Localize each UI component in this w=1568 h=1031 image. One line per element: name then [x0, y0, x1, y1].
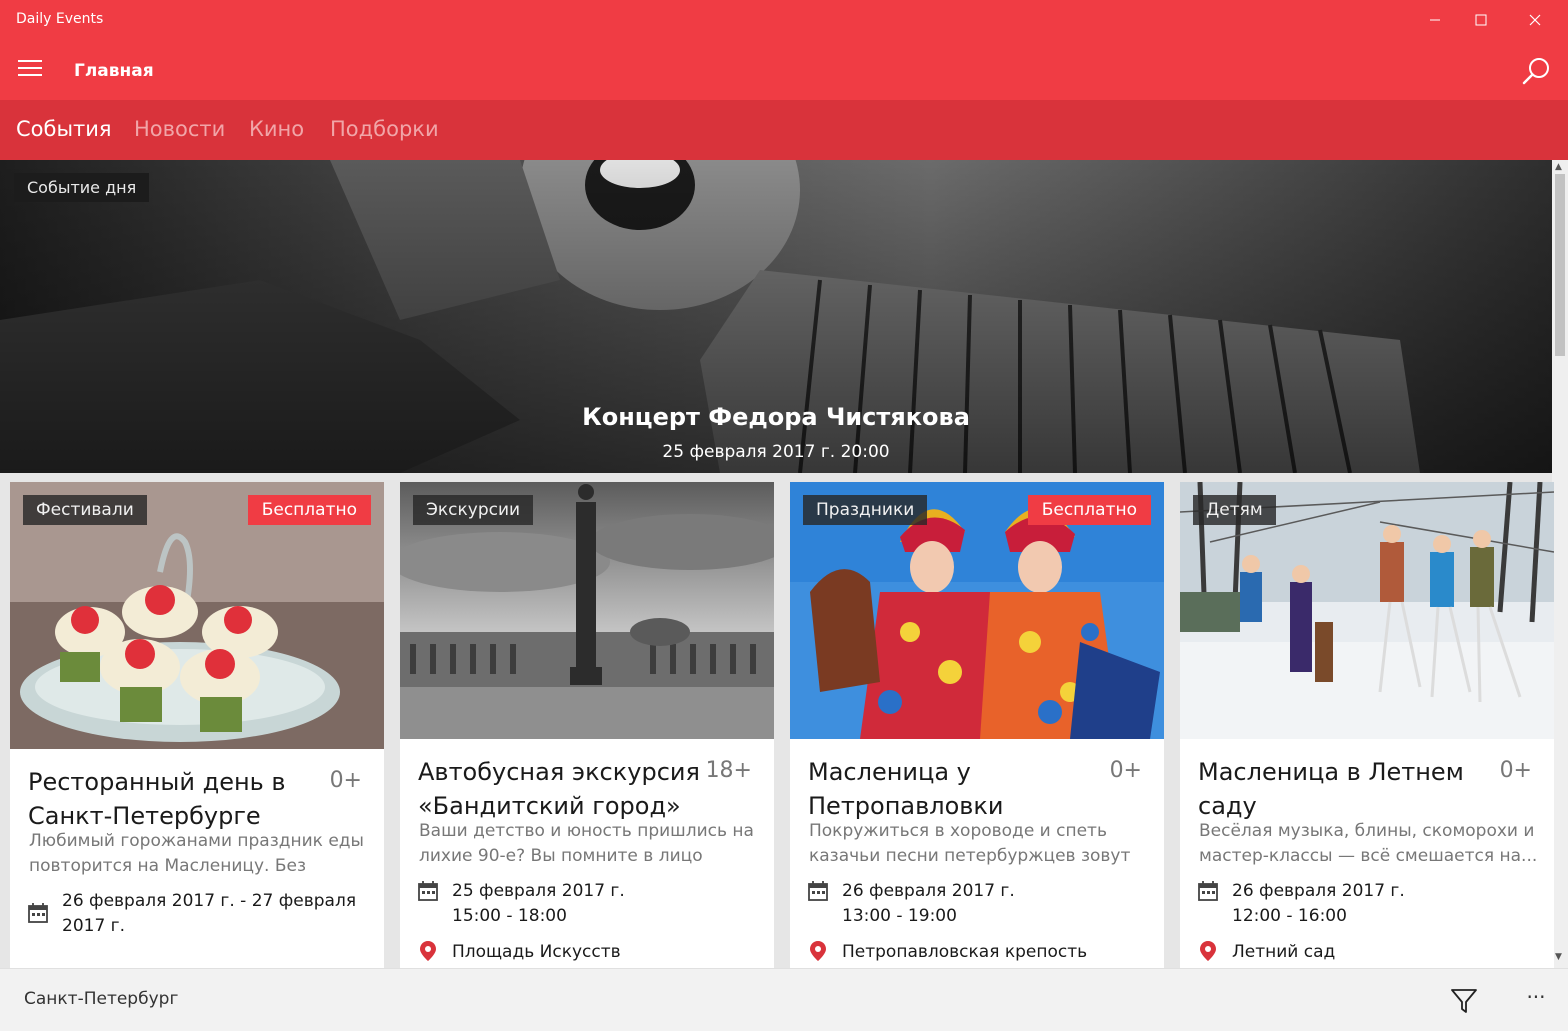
age-rating: 0+	[1109, 758, 1142, 783]
free-badge: Бесплатно	[1027, 495, 1151, 525]
category-tag: Детям	[1193, 495, 1276, 525]
event-title: Масленица в Летнем саду	[1198, 758, 1464, 820]
free-badge: Бесплатно	[247, 495, 371, 525]
window-titlebar: Daily Events	[0, 0, 1568, 40]
calendar-icon	[1198, 881, 1218, 901]
section-tabs: События Новости Кино Подборки	[0, 100, 1568, 160]
event-card[interactable]: Праздники Бесплатно Масленица у Петропав…	[790, 482, 1164, 968]
filter-button[interactable]	[1450, 987, 1478, 1015]
event-of-day-badge: Событие дня	[14, 173, 150, 202]
city-selector[interactable]: Санкт-Петербург	[24, 989, 178, 1009]
hero-event-datetime: 25 февраля 2017 г. 20:00	[662, 442, 890, 462]
hamburger-menu-button[interactable]	[18, 60, 46, 80]
minimize-button[interactable]	[1412, 0, 1458, 40]
event-description: Любимый горожанами праздник еды повторит…	[29, 831, 364, 876]
event-place: Летний сад	[1232, 942, 1336, 962]
filter-icon	[1451, 989, 1477, 1013]
event-title: Масленица у Петропавловки	[808, 758, 1004, 820]
age-rating: 18+	[705, 758, 752, 783]
search-button[interactable]	[1518, 54, 1554, 90]
scroll-up-arrow[interactable]: ▲	[1555, 162, 1562, 172]
event-description: Весёлая музыка, блины, скоморохи и масте…	[1199, 821, 1538, 866]
search-icon	[1522, 58, 1549, 85]
more-options-button[interactable]: ···	[1518, 985, 1554, 1013]
bottom-command-bar: Санкт-Петербург ···	[0, 968, 1568, 1031]
event-card[interactable]: Фестивали Бесплатно Ресторанный день в С…	[10, 482, 384, 968]
page-title: Главная	[74, 61, 154, 81]
event-title: Ресторанный день в Санкт-Петербурге	[28, 768, 286, 830]
calendar-icon	[808, 881, 828, 901]
event-card[interactable]: Экскурсии Автобусная экскурсия «Бандитск…	[400, 482, 774, 968]
event-time: 13:00 - 19:00	[842, 906, 957, 926]
tab-news[interactable]: Новости	[134, 117, 225, 141]
category-tag: Экскурсии	[413, 495, 534, 525]
calendar-icon	[28, 903, 48, 923]
event-place: Площадь Искусств	[452, 942, 621, 962]
event-time: 15:00 - 18:00	[452, 906, 567, 926]
category-tag: Фестивали	[23, 495, 147, 525]
vertical-scrollbar[interactable]: ▲ ▼	[1552, 160, 1568, 968]
close-icon	[1529, 14, 1541, 26]
event-of-the-day[interactable]: Событие дня Концерт Федора Чистякова 25 …	[0, 160, 1552, 473]
window-title: Daily Events	[16, 11, 104, 27]
age-rating: 0+	[1499, 758, 1532, 783]
event-date: 26 февраля 2017 г. - 27 февраля 2017 г.	[62, 891, 357, 936]
event-time: 12:00 - 16:00	[1232, 906, 1347, 926]
calendar-icon	[418, 881, 438, 901]
event-title: Автобусная экскурсия «Бандитский город»	[418, 758, 700, 820]
event-place: Петропавловская крепость	[842, 942, 1088, 962]
event-date: 25 февраля 2017 г.	[452, 881, 625, 901]
location-pin-icon	[420, 941, 436, 961]
close-button[interactable]	[1512, 0, 1558, 40]
age-rating: 0+	[329, 768, 362, 793]
category-tag: Праздники	[803, 495, 928, 525]
event-date: 26 февраля 2017 г.	[1232, 881, 1405, 901]
minimize-icon	[1430, 19, 1440, 21]
maximize-icon	[1475, 14, 1487, 26]
app-header: Главная	[0, 40, 1568, 100]
location-pin-icon	[1200, 941, 1216, 961]
scroll-down-arrow[interactable]: ▼	[1555, 952, 1562, 962]
event-date: 26 февраля 2017 г.	[842, 881, 1015, 901]
tab-cinema[interactable]: Кино	[249, 117, 304, 141]
hero-event-title: Концерт Федора Чистякова	[582, 403, 970, 431]
event-description: Покружиться в хороводе и спеть казачьи п…	[809, 821, 1131, 866]
location-pin-icon	[810, 941, 826, 961]
maximize-button[interactable]	[1458, 0, 1504, 40]
event-description: Ваши детство и юность пришлись на лихие …	[419, 821, 754, 866]
scrollbar-thumb[interactable]	[1555, 174, 1565, 356]
tab-events[interactable]: События	[16, 117, 112, 141]
event-card[interactable]: Детям Масленица в Летнем саду 0+ Весёлая…	[1180, 482, 1554, 968]
tab-collections[interactable]: Подборки	[330, 117, 439, 141]
